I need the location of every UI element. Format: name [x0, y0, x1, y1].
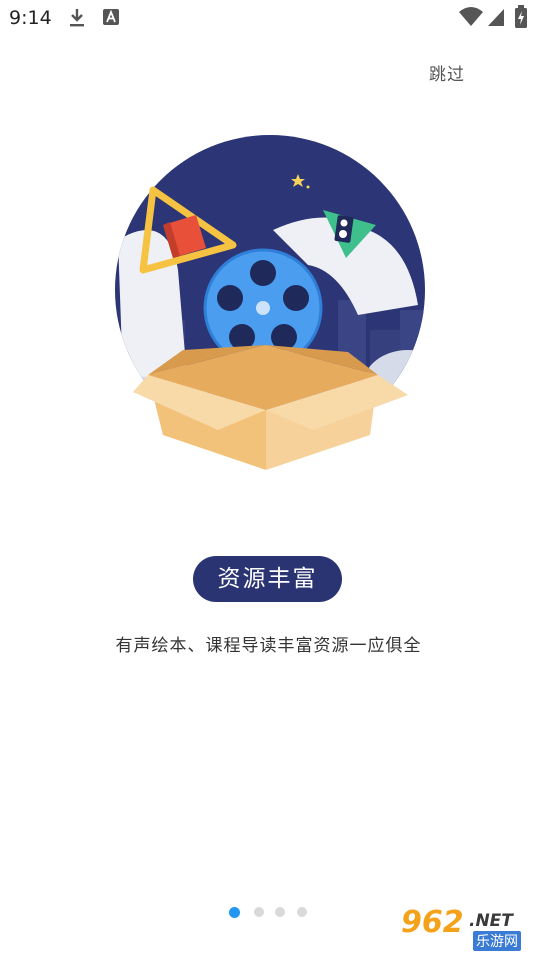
pager-dot[interactable] [229, 907, 240, 918]
signal-icon [486, 6, 506, 32]
pager-dot[interactable] [275, 907, 285, 917]
watermark-chinese: 乐游网 [473, 931, 521, 951]
download-icon [68, 7, 86, 33]
skip-button[interactable]: 跳过 [429, 60, 465, 85]
wifi-icon [458, 6, 484, 32]
watermark-logo: 962 .NET 乐游网 [397, 905, 531, 951]
page-subtitle: 有声绘本、课程导读丰富资源一应俱全 [115, 636, 422, 656]
battery-icon [514, 5, 528, 33]
hero-illustration [108, 130, 433, 480]
page-title: 资源丰富 [193, 556, 342, 602]
pager-dot[interactable] [297, 907, 307, 917]
status-bar: 9:14 [0, 0, 537, 36]
watermark-number: 962 [401, 905, 464, 940]
text-a-icon [102, 7, 120, 31]
status-time: 9:14 [9, 7, 52, 29]
pager-dot[interactable] [254, 907, 264, 917]
watermark-suffix: .NET [469, 911, 513, 931]
